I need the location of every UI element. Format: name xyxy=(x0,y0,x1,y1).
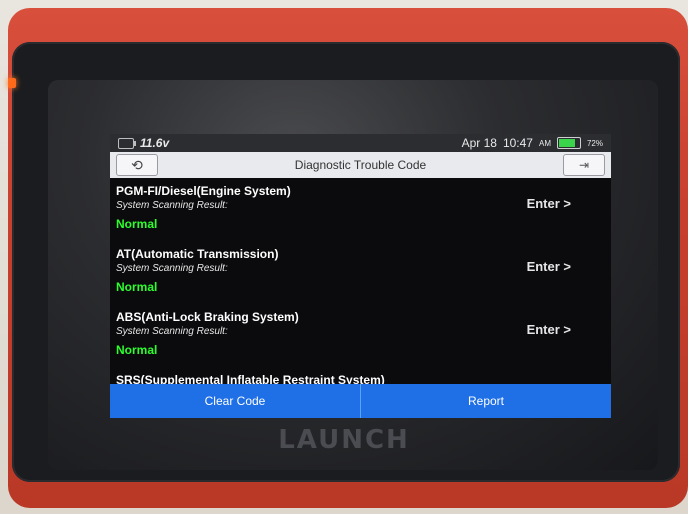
system-status: Normal xyxy=(116,217,158,231)
system-status: Normal xyxy=(116,280,158,294)
system-name: PGM-FI/Diesel(Engine System) xyxy=(116,184,291,198)
battery-level-icon xyxy=(556,137,581,149)
enter-button[interactable]: Enter > xyxy=(527,322,571,337)
battery-fill xyxy=(558,139,575,147)
diagnostic-screen: 11.6v Apr 18 10:47 AM 72% ⟲ Diagnostic T… xyxy=(110,134,611,418)
report-button[interactable]: Report xyxy=(360,384,611,418)
enter-button[interactable]: Enter > xyxy=(527,196,571,211)
enter-button[interactable]: Enter > xyxy=(527,259,571,274)
system-item-transmission[interactable]: AT(Automatic Transmission) System Scanni… xyxy=(110,241,611,304)
system-item-engine[interactable]: PGM-FI/Diesel(Engine System) System Scan… xyxy=(110,178,611,241)
system-name: AT(Automatic Transmission) xyxy=(116,247,279,261)
action-bar: Clear Code Report xyxy=(110,384,611,418)
power-led-icon xyxy=(8,78,16,88)
status-time: 10:47 xyxy=(502,136,533,150)
system-item-abs[interactable]: ABS(Anti-Lock Braking System) System Sca… xyxy=(110,304,611,367)
vehicle-battery-icon xyxy=(118,137,136,149)
brand-logo: LAUNCH xyxy=(278,425,410,455)
clear-code-button[interactable]: Clear Code xyxy=(110,384,360,418)
battery-percent: 72% xyxy=(586,138,603,148)
status-date: Apr 18 xyxy=(461,136,497,150)
system-list: PGM-FI/Diesel(Engine System) System Scan… xyxy=(110,178,611,384)
system-item-srs-partial[interactable]: SRS(Supplemental Inflatable Restraint Sy… xyxy=(110,367,611,384)
title-bar: ⟲ Diagnostic Trouble Code ⇥ xyxy=(110,152,611,178)
battery-voltage: 11.6v xyxy=(140,136,170,150)
system-status: Normal xyxy=(116,343,158,357)
status-ampm: AM xyxy=(538,138,551,148)
status-bar: 11.6v Apr 18 10:47 AM 72% xyxy=(110,134,611,152)
page-title: Diagnostic Trouble Code xyxy=(294,158,427,172)
system-name: ABS(Anti-Lock Braking System) xyxy=(116,310,299,324)
